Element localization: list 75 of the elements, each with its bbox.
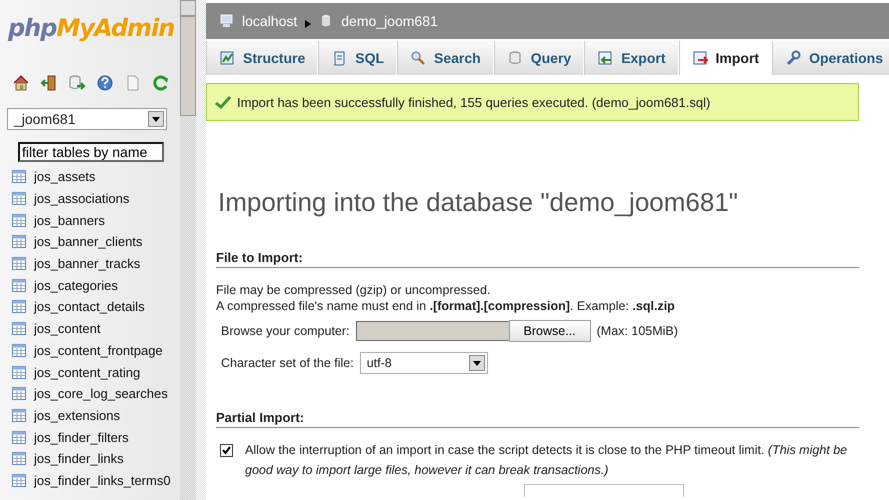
table-icon bbox=[12, 474, 26, 487]
tab[interactable]: Import bbox=[678, 41, 772, 75]
table-icon bbox=[12, 387, 26, 400]
table-link[interactable]: jos_core_log_searches bbox=[34, 386, 168, 402]
checkbox[interactable] bbox=[220, 444, 233, 457]
exit-door-icon[interactable] bbox=[40, 74, 58, 92]
table-icon bbox=[12, 408, 26, 422]
breadcrumb-link[interactable]: localhost bbox=[242, 13, 298, 29]
table-icon bbox=[12, 322, 26, 336]
server-icon bbox=[220, 14, 234, 28]
operations-icon bbox=[785, 50, 802, 66]
section-title: Partial Import: bbox=[216, 410, 859, 428]
tab[interactable]: Structure bbox=[206, 41, 318, 75]
dropdown-arrow-icon bbox=[152, 116, 160, 122]
table-link[interactable]: jos_associations bbox=[34, 191, 130, 206]
scrollbar[interactable] bbox=[180, 0, 196, 500]
browse-button[interactable]: Browse... bbox=[508, 320, 591, 342]
charset-select[interactable]: utf-8 bbox=[360, 352, 488, 374]
dropdown-arrow-icon bbox=[472, 360, 481, 366]
export-icon bbox=[597, 50, 614, 66]
table-icon bbox=[12, 170, 26, 184]
tab[interactable]: Export bbox=[584, 41, 679, 75]
table-icon bbox=[12, 452, 26, 466]
table-link[interactable]: jos_banner_tracks bbox=[34, 256, 140, 272]
table-icon bbox=[12, 235, 26, 248]
filter-field[interactable]: filter tables by name bbox=[18, 142, 164, 162]
table-icon bbox=[12, 257, 26, 270]
table-link[interactable]: jos_banners bbox=[34, 212, 105, 228]
tab[interactable]: SQL bbox=[318, 41, 398, 75]
logo[interactable]: phpMyAdmin bbox=[8, 14, 174, 42]
structure-icon bbox=[219, 50, 235, 66]
table-icon bbox=[12, 300, 26, 314]
table-link[interactable]: jos_content bbox=[34, 321, 100, 336]
max-size-note: (Max: 105MiB) bbox=[596, 324, 678, 338]
page-heading: Importing into the database "demo_joom681" bbox=[218, 187, 740, 218]
reload-icon[interactable] bbox=[152, 74, 170, 92]
checkbox-label: Allow the interruption of an import in case the script detects it is close to the PHP timeout limit. (This might be good way to import large files, however it can break transactions.) bbox=[245, 442, 848, 479]
tab[interactable]: Search bbox=[397, 41, 494, 75]
filename-note: A compressed file's name must end in .[format].[compression]. Example: .sql.zip bbox=[216, 298, 676, 314]
table-icon bbox=[12, 192, 26, 206]
checkmark-icon bbox=[215, 95, 231, 109]
separator-arrow-icon bbox=[305, 20, 312, 28]
section-title: File to Import: bbox=[216, 250, 859, 268]
tab[interactable]: Operations bbox=[772, 41, 889, 75]
table-link[interactable]: jos_finder_links_terms0 bbox=[34, 472, 171, 488]
table-link[interactable]: jos_finder_links bbox=[34, 451, 124, 466]
table-link[interactable]: jos_extensions bbox=[34, 408, 120, 423]
table-link[interactable]: jos_finder_filters bbox=[34, 430, 129, 445]
table-link[interactable]: jos_content_frontpage bbox=[34, 342, 163, 358]
sql-icon bbox=[331, 50, 348, 66]
search-icon bbox=[410, 50, 426, 66]
table-link[interactable]: jos_content_rating bbox=[34, 364, 140, 380]
input-field[interactable] bbox=[524, 484, 684, 497]
help-icon[interactable] bbox=[96, 74, 114, 92]
database-select[interactable]: _joom681 bbox=[7, 108, 167, 130]
table-icon bbox=[12, 430, 26, 444]
table-link[interactable]: jos_banner_clients bbox=[34, 234, 142, 250]
table-icon bbox=[12, 278, 26, 292]
table-icon bbox=[12, 214, 26, 227]
import-icon bbox=[692, 50, 708, 66]
breadcrumb-link[interactable]: demo_joom681 bbox=[341, 13, 438, 29]
table-icon bbox=[12, 344, 26, 357]
field-label: Character set of the file: bbox=[221, 356, 354, 370]
table-link[interactable]: jos_contact_details bbox=[34, 299, 145, 314]
file-path-field[interactable] bbox=[356, 321, 509, 341]
query-icon bbox=[506, 50, 523, 66]
success-text: Import has been successfully finished, 155 queries executed. (demo_joom681.sql) bbox=[237, 94, 710, 110]
field-label: Browse your computer: bbox=[221, 324, 350, 338]
database-arrow-icon[interactable] bbox=[68, 74, 86, 92]
table-link[interactable]: jos_assets bbox=[34, 169, 96, 184]
home-icon[interactable] bbox=[12, 74, 30, 92]
table-icon bbox=[12, 366, 26, 379]
table-link[interactable]: jos_categories bbox=[34, 278, 118, 293]
tab[interactable]: Query bbox=[494, 41, 584, 75]
compression-note: File may be compressed (gzip) or uncompressed. bbox=[216, 282, 492, 298]
